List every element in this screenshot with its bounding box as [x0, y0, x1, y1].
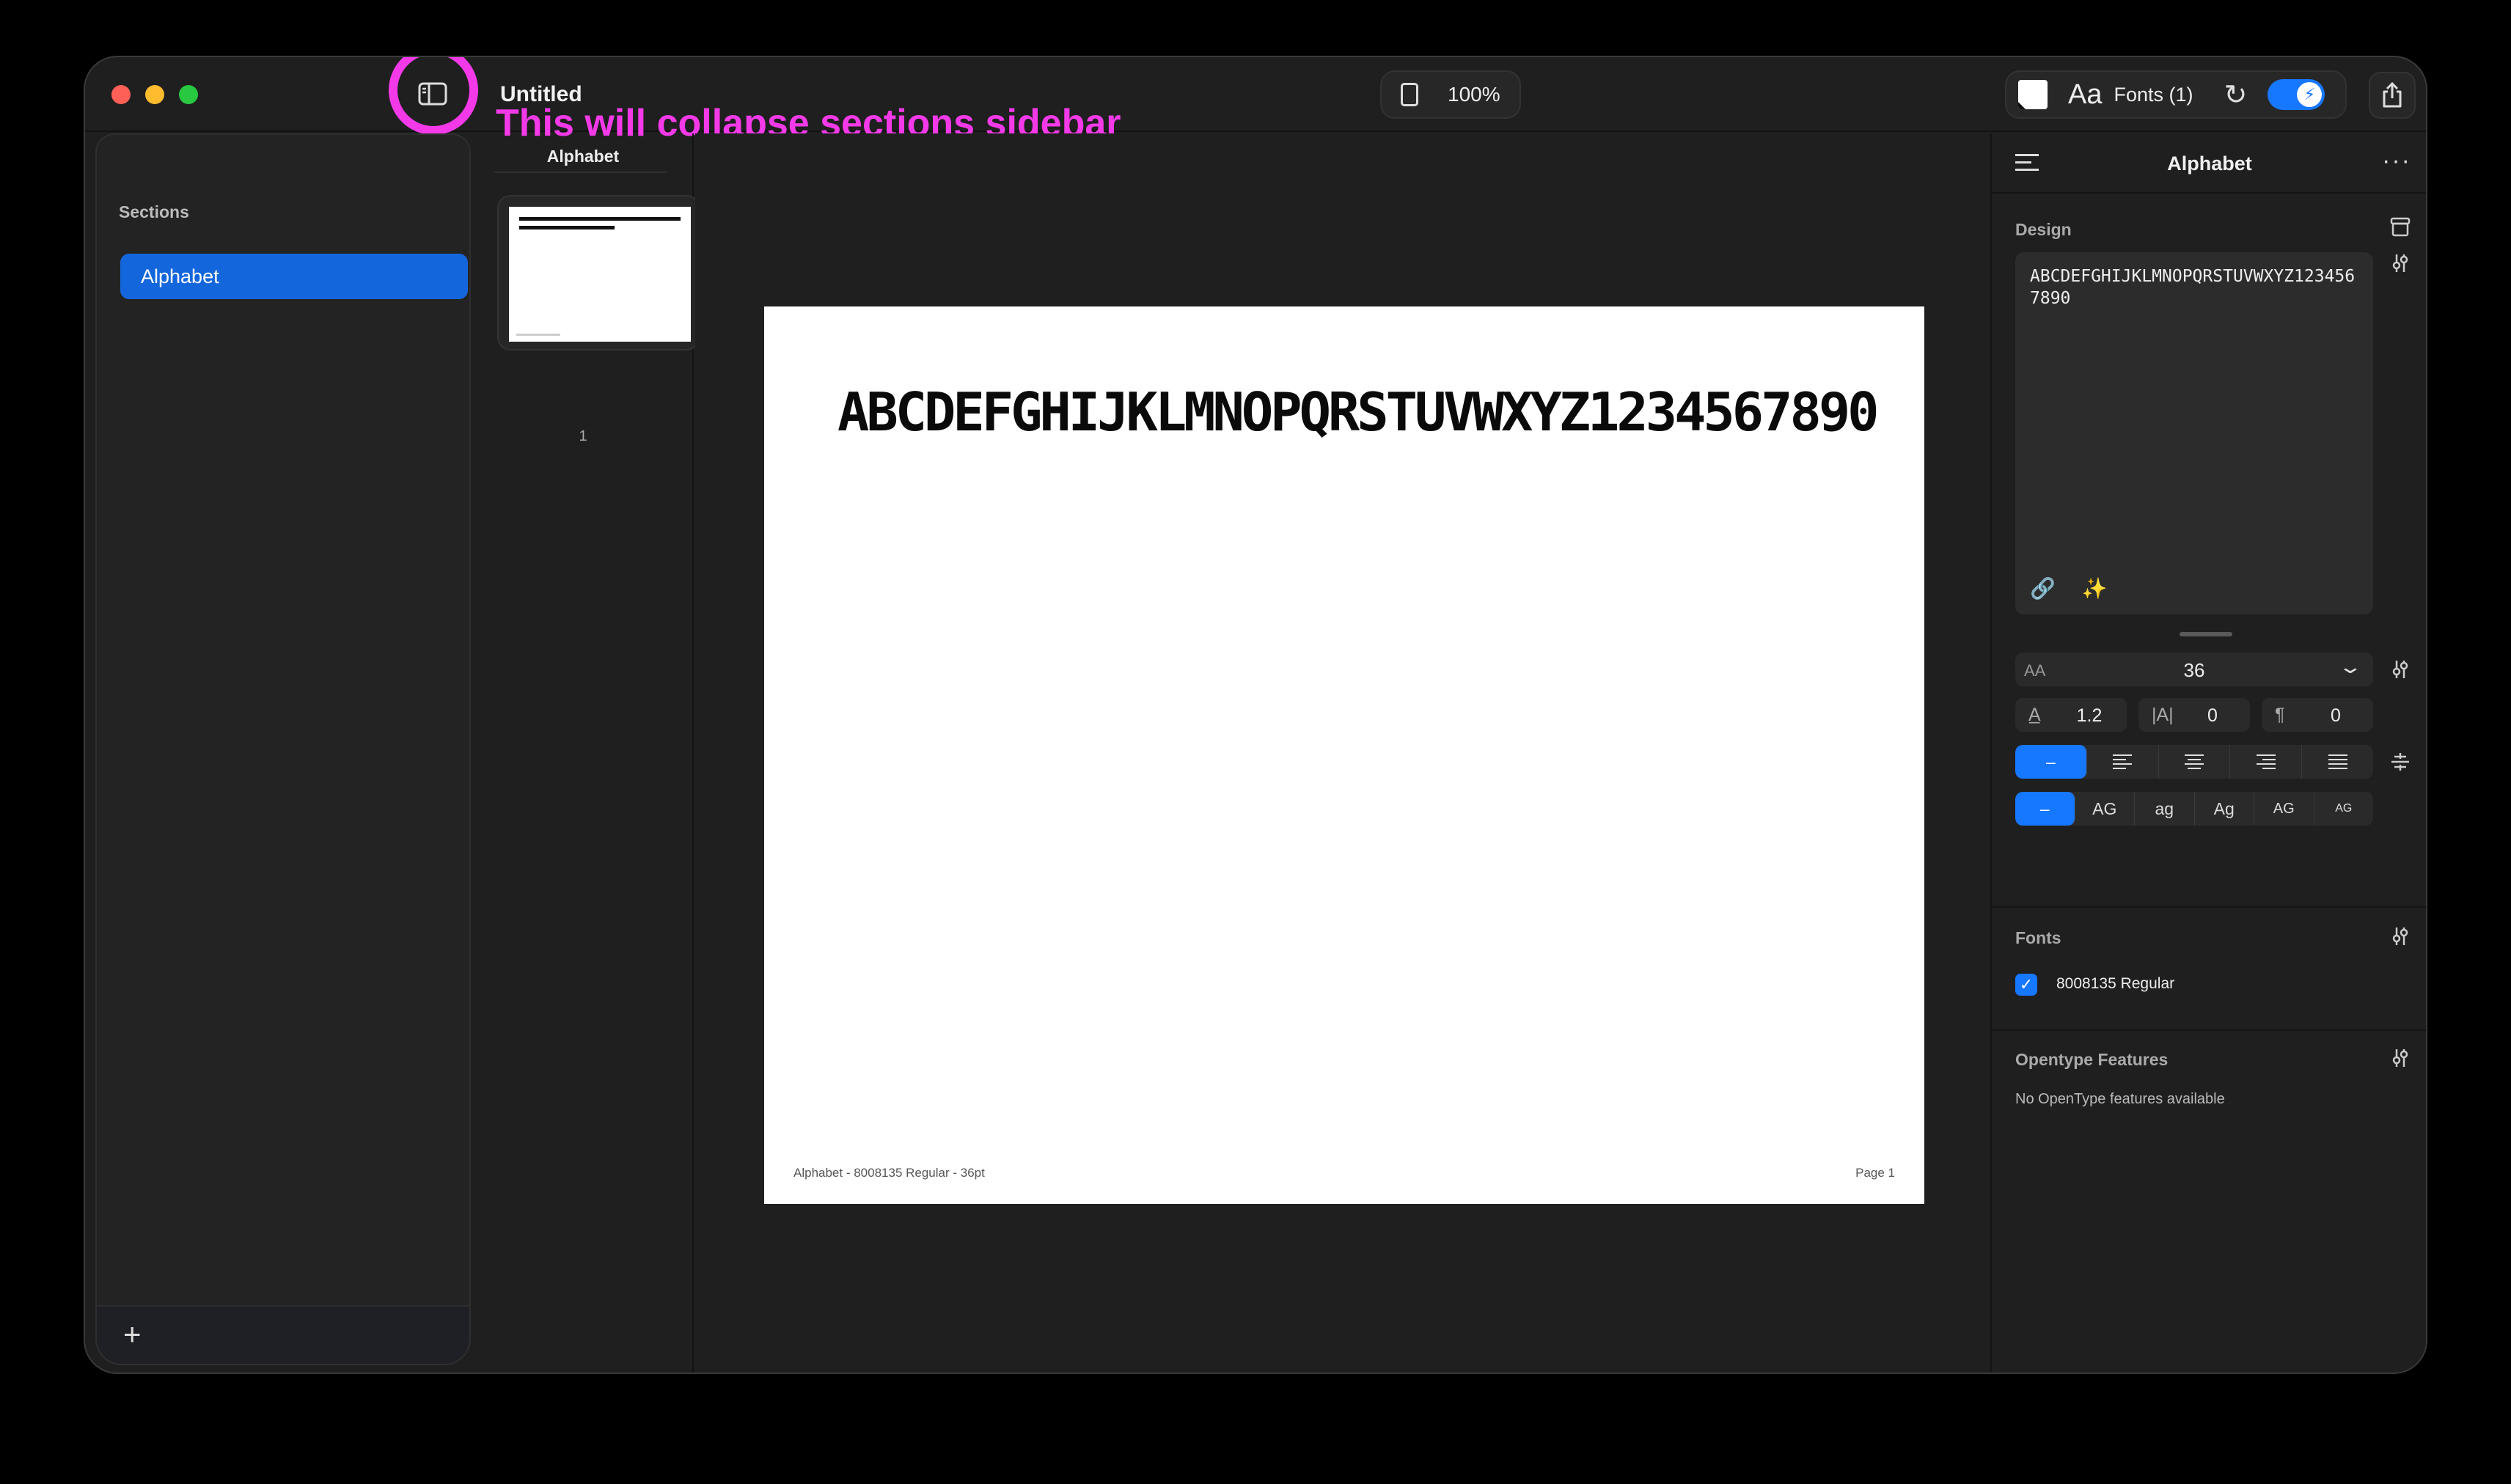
- thumbnail-text-line: [519, 226, 615, 229]
- sections-footer: +: [97, 1305, 469, 1364]
- paragraph-icon: ¶: [2275, 705, 2285, 725]
- fonts-label: Fonts: [2015, 928, 2061, 947]
- align-center-button[interactable]: [2159, 745, 2231, 779]
- sections-header: Sections: [119, 202, 189, 221]
- inspector-panel: Alphabet ··· Design ABCDEFGHIJKLMNOPQRST…: [1990, 133, 2426, 1373]
- paragraph-spacing-field[interactable]: ¶ 0: [2262, 698, 2373, 732]
- sliders-icon[interactable]: [2389, 252, 2411, 274]
- align-justify-button[interactable]: [2302, 745, 2373, 779]
- font-checkbox[interactable]: ✓: [2015, 974, 2037, 996]
- page-footer-number: Page 1: [1855, 1166, 1895, 1180]
- thumbnails-title: Alphabet: [546, 147, 620, 166]
- opentype-label: Opentype Features: [2015, 1050, 2169, 1069]
- case-all-small-caps-button[interactable]: AG: [2314, 792, 2374, 826]
- line-height-icon: A̲: [2028, 705, 2041, 725]
- thumbnail-footer: [516, 334, 560, 336]
- titlebar: Untitled 100% Aa Fonts (1) ↻ ⚡ This will…: [85, 57, 2426, 144]
- bolt-icon: ⚡: [2297, 82, 2323, 107]
- align-left-button[interactable]: [2087, 745, 2159, 779]
- alignment-control: –: [2015, 745, 2373, 779]
- align-none-button[interactable]: –: [2015, 745, 2087, 779]
- share-button[interactable]: [2369, 72, 2416, 119]
- app-window: Untitled 100% Aa Fonts (1) ↻ ⚡ This will…: [84, 56, 2427, 1374]
- page-footer-info: Alphabet - 8008135 Regular - 36pt: [793, 1166, 985, 1180]
- case-control: – AG ag Ag AG AG: [2015, 792, 2373, 826]
- font-preview-icon[interactable]: Aa: [2068, 79, 2102, 111]
- design-text-input[interactable]: ABCDEFGHIJKLMNOPQRSTUVWXYZ1234567890: [2015, 252, 2373, 614]
- tracking-icon: |A|: [2152, 705, 2174, 725]
- add-section-button[interactable]: +: [123, 1318, 142, 1351]
- close-window-button[interactable]: [111, 85, 131, 104]
- more-icon[interactable]: ···: [2382, 147, 2411, 175]
- sample-text: ABCDEFGHIJKLMNOPQRSTUVWXYZ1234567890: [837, 381, 1880, 443]
- design-label: Design: [2015, 220, 2072, 239]
- opentype-empty-text: No OpenType features available: [2015, 1091, 2225, 1107]
- paragraph-value: 0: [2331, 705, 2341, 726]
- divider: [1992, 906, 2426, 908]
- theme-contrast-icon[interactable]: [2018, 80, 2048, 109]
- case-none-button[interactable]: –: [2015, 792, 2075, 826]
- text-tools: 🔗 ✨: [2030, 576, 2108, 600]
- divider: [1992, 1029, 2426, 1031]
- sliders-icon[interactable]: [2389, 925, 2411, 947]
- case-small-caps-button[interactable]: AG: [2254, 792, 2314, 826]
- divider: [494, 172, 667, 173]
- page-thumbnail[interactable]: [497, 195, 700, 350]
- align-left-icon: [2113, 752, 2133, 772]
- zoom-window-button[interactable]: [179, 85, 198, 104]
- sliders-icon[interactable]: [2389, 1047, 2411, 1069]
- line-height-field[interactable]: A̲ 1.2: [2015, 698, 2127, 732]
- live-toggle[interactable]: ⚡: [2268, 79, 2325, 110]
- preview-page: ABCDEFGHIJKLMNOPQRSTUVWXYZ1234567890 Alp…: [764, 306, 1924, 1204]
- case-title-button[interactable]: Ag: [2195, 792, 2254, 826]
- archive-icon[interactable]: [2389, 216, 2411, 238]
- section-item-alphabet[interactable]: Alphabet: [120, 254, 468, 299]
- toolbar-controls: Aa Fonts (1) ↻ ⚡: [2005, 70, 2347, 119]
- chevron-down-icon: ⌄: [2337, 655, 2364, 677]
- vertical-center-icon[interactable]: [2389, 751, 2411, 773]
- page-icon: [1401, 83, 1418, 106]
- sliders-icon[interactable]: [2389, 658, 2411, 680]
- reload-icon[interactable]: ↻: [2224, 78, 2248, 111]
- checkmark-icon: ✓: [2019, 975, 2034, 993]
- tracking-field[interactable]: |A| 0: [2138, 698, 2250, 732]
- link-icon[interactable]: 🔗: [2030, 576, 2056, 600]
- case-lower-button[interactable]: ag: [2135, 792, 2195, 826]
- font-size-value: 36: [2183, 659, 2205, 681]
- sections-sidebar: Sections Alphabet +: [95, 133, 471, 1365]
- zoom-control[interactable]: 100%: [1380, 70, 1521, 119]
- font-item-name: 8008135 Regular: [2056, 975, 2175, 992]
- page-number: 1: [579, 428, 587, 444]
- page-thumbnails: Alphabet 1: [474, 133, 700, 1373]
- resize-handle[interactable]: [2180, 632, 2232, 636]
- align-center-icon: [2184, 752, 2204, 772]
- minimize-window-button[interactable]: [145, 85, 164, 104]
- align-right-button[interactable]: [2230, 745, 2303, 779]
- inspector-header: Alphabet ···: [1992, 133, 2426, 194]
- zoom-level: 100%: [1448, 83, 1500, 106]
- font-size-select[interactable]: AA 36 ⌄: [2015, 653, 2373, 686]
- thumbnail-page: [509, 207, 691, 342]
- share-icon: [2383, 82, 2402, 108]
- case-upper-button[interactable]: AG: [2075, 792, 2135, 826]
- magic-wand-icon[interactable]: ✨: [2082, 576, 2108, 600]
- line-height-value: 1.2: [2076, 705, 2103, 726]
- inspector-title: Alphabet: [2167, 153, 2252, 175]
- annotation-circle: [389, 57, 478, 135]
- align-right-icon: [2256, 752, 2276, 772]
- thumbnail-text-line: [519, 217, 681, 221]
- tracking-value: 0: [2207, 705, 2218, 726]
- align-justify-icon: [2328, 752, 2347, 772]
- fonts-button[interactable]: Fonts (1): [2114, 84, 2193, 106]
